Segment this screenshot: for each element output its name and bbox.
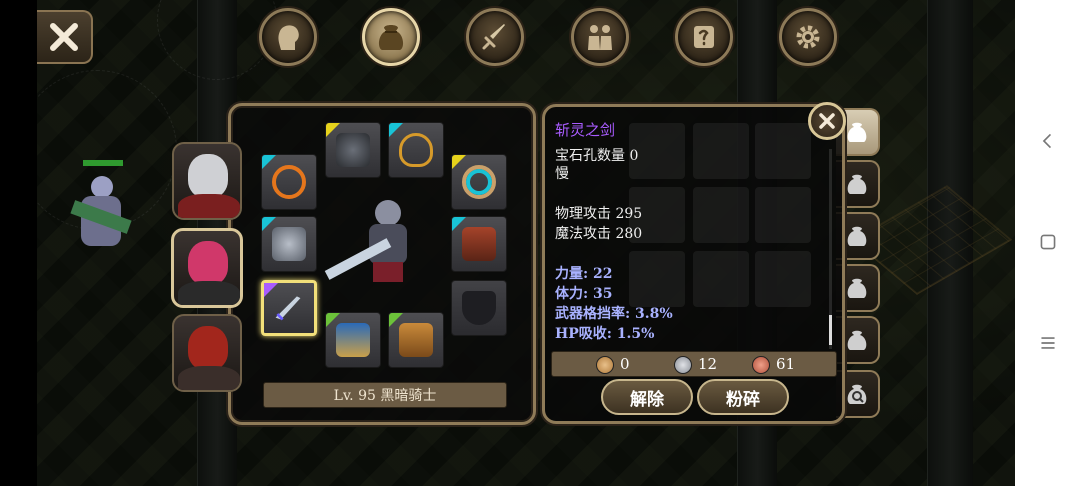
stone-pillar bbox=[927, 0, 973, 486]
equip-slot-helmet[interactable] bbox=[325, 122, 381, 178]
bag-icon bbox=[847, 226, 867, 246]
currency-bar: 0 12 61 bbox=[551, 351, 837, 377]
home-square-icon bbox=[1040, 234, 1056, 250]
tab-quests[interactable] bbox=[675, 8, 733, 66]
equip-slot-weapon[interactable] bbox=[261, 280, 317, 336]
bonus-strength: 力量: 22 bbox=[555, 266, 613, 282]
bonus-hp-drain: HP吸收: 1.5% bbox=[555, 326, 655, 342]
close-button[interactable] bbox=[37, 10, 93, 64]
physical-attack-stat: 物理攻击 295 bbox=[555, 206, 643, 222]
bag-icon bbox=[847, 122, 867, 142]
bag-search-icon bbox=[847, 384, 867, 404]
stats-scrollbar-thumb[interactable] bbox=[829, 315, 832, 345]
bonus-block-rate: 武器格挡率: 3.8% bbox=[555, 306, 673, 322]
necklace-icon bbox=[399, 133, 433, 167]
sword-icon bbox=[274, 293, 304, 323]
equip-slot-armor[interactable] bbox=[261, 216, 317, 272]
player-character-sprite[interactable] bbox=[61, 150, 132, 260]
gem-slot-count: 宝石孔数量 0 bbox=[555, 148, 639, 164]
avatar bbox=[188, 326, 228, 370]
menu-lines-icon bbox=[1041, 337, 1055, 349]
equip-slot-ring-right[interactable] bbox=[451, 154, 507, 210]
helmet-icon bbox=[336, 133, 370, 167]
gold-amount: 0 bbox=[620, 355, 630, 373]
silver-coin-icon bbox=[674, 356, 692, 374]
nav-home-button[interactable] bbox=[1037, 231, 1059, 253]
scroll-icon bbox=[694, 26, 714, 48]
ring-icon bbox=[462, 165, 496, 199]
tab-character[interactable] bbox=[259, 8, 317, 66]
nav-back-button[interactable] bbox=[1037, 130, 1059, 152]
equip-slot-necklace[interactable] bbox=[388, 122, 444, 178]
bag-icon bbox=[378, 25, 404, 50]
shatter-button[interactable]: 粉碎 bbox=[697, 379, 789, 415]
portrait-pink-hair-hero[interactable] bbox=[171, 228, 243, 308]
item-detail-panel: 斩灵之剑 宝石孔数量 0 慢 物理攻击 295 魔法攻击 280 力量: 22 … bbox=[542, 104, 845, 424]
tab-party[interactable] bbox=[571, 8, 629, 66]
chest-armor-icon bbox=[272, 227, 306, 261]
avatar bbox=[188, 241, 228, 285]
unequip-button[interactable]: 解除 bbox=[601, 379, 693, 415]
tab-inventory[interactable] bbox=[362, 8, 420, 66]
copper-coin-icon bbox=[752, 356, 770, 374]
character-level-label: Lv. 95 黑暗骑士 bbox=[263, 382, 507, 408]
head-silhouette-icon bbox=[278, 25, 299, 50]
bag-icon bbox=[847, 330, 867, 350]
avatar bbox=[188, 154, 228, 198]
cape-icon bbox=[462, 227, 496, 261]
equip-slot-gloves[interactable] bbox=[325, 312, 381, 368]
close-x-icon bbox=[50, 23, 78, 51]
magic-attack-stat: 魔法攻击 280 bbox=[555, 226, 643, 242]
back-chevron-icon bbox=[1042, 133, 1052, 149]
people-icon bbox=[588, 25, 612, 50]
shield-placeholder-icon bbox=[462, 291, 496, 325]
system-navigation-bar bbox=[1015, 0, 1080, 486]
silver-amount: 12 bbox=[698, 355, 718, 373]
nav-menu-button[interactable] bbox=[1037, 332, 1059, 354]
close-x-icon bbox=[819, 113, 835, 129]
gold-coin-icon bbox=[596, 356, 614, 374]
equip-slot-cape[interactable] bbox=[451, 216, 507, 272]
portrait-white-hair-hero[interactable] bbox=[172, 142, 242, 220]
tab-skills[interactable] bbox=[466, 8, 524, 66]
equip-slot-ring-left[interactable] bbox=[261, 154, 317, 210]
attack-speed: 慢 bbox=[555, 166, 569, 182]
equip-slot-boots[interactable] bbox=[388, 312, 444, 368]
bag-icon bbox=[847, 278, 867, 298]
item-name: 斩灵之剑 bbox=[555, 121, 616, 139]
equipment-panel: Lv. 95 黑暗骑士 bbox=[228, 103, 536, 425]
bonus-stamina: 体力: 35 bbox=[555, 286, 613, 302]
character-preview bbox=[324, 194, 427, 294]
portrait-red-hood-hero[interactable] bbox=[172, 314, 242, 392]
tab-settings[interactable] bbox=[779, 8, 837, 66]
equip-slot-shield-empty[interactable] bbox=[451, 280, 507, 336]
gear-icon bbox=[796, 25, 820, 49]
boots-icon bbox=[399, 323, 433, 357]
sword-icon bbox=[482, 24, 505, 50]
detail-close-button[interactable] bbox=[808, 102, 846, 140]
copper-amount: 61 bbox=[776, 355, 796, 373]
ring-icon bbox=[272, 165, 306, 199]
gloves-icon bbox=[336, 323, 370, 357]
bag-icon bbox=[847, 174, 867, 194]
